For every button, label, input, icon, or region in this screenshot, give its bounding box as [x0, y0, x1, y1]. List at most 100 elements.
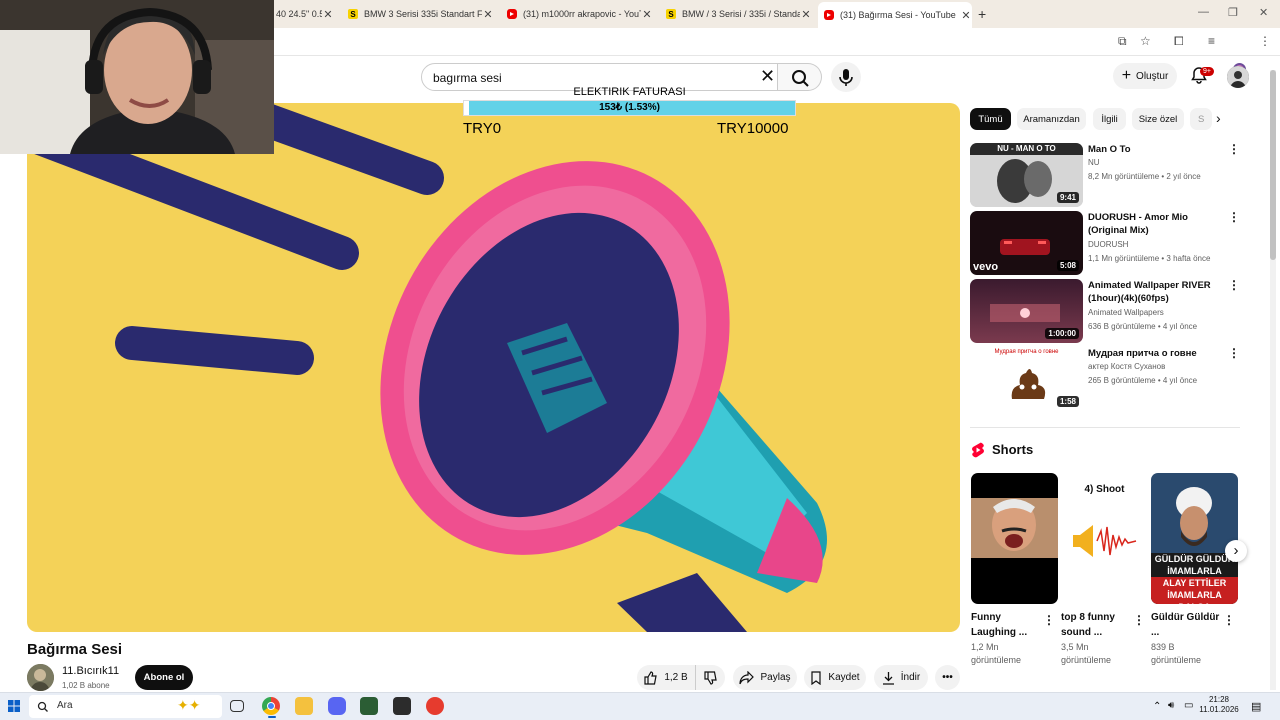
chip-more[interactable]: S	[1190, 108, 1212, 130]
recommendation-item[interactable]: Мудрая притча о говне 1:58 Мудрая притча…	[970, 347, 1240, 411]
page-scrollbar[interactable]	[1270, 70, 1276, 690]
window-close-icon[interactable]: ✕	[1259, 6, 1268, 19]
clear-search-icon[interactable]: ✕	[760, 66, 775, 87]
channel-name[interactable]: Animated Wallpapers	[1088, 308, 1164, 317]
chip-from-search[interactable]: Aramanızdan	[1017, 108, 1086, 130]
video-title[interactable]: Animated Wallpaper RIVER (1hour)(4k)(60f…	[1088, 279, 1223, 305]
chip-related[interactable]: İlgili	[1093, 108, 1126, 130]
speaker-icon[interactable]: 🔊︎	[1168, 700, 1174, 711]
more-vertical-icon[interactable]: ⋮	[1228, 143, 1240, 155]
short-title[interactable]: Funny Laughing ...	[971, 610, 1041, 640]
dislike-button[interactable]	[695, 665, 725, 690]
tab-akrapovic[interactable]: (31) m1000rr akrapovic - YouTube✕	[507, 4, 653, 24]
voice-search-button[interactable]	[831, 62, 861, 92]
short-thumbnail[interactable]: 4) Shoot	[1061, 473, 1148, 604]
download-icon	[882, 671, 894, 685]
kebab-menu-icon[interactable]: ⋮	[1259, 34, 1271, 48]
tab-bagirma-active[interactable]: (31) Bağırma Sesi - YouTube ✕	[818, 2, 972, 28]
account-avatar[interactable]	[1227, 66, 1249, 88]
save-button[interactable]: Kaydet	[804, 665, 866, 690]
minimize-icon[interactable]: —	[1198, 6, 1209, 18]
chrome-icon[interactable]	[262, 697, 280, 715]
short-thumbnail[interactable]	[971, 473, 1058, 604]
chevron-right-icon[interactable]: ›	[1216, 110, 1221, 126]
video-thumbnail[interactable]: vevo 5:08	[970, 211, 1083, 275]
video-duration: 1:00:00	[1045, 328, 1079, 339]
notification-center-icon[interactable]: ▤	[1251, 700, 1261, 713]
bill-max-label: TRY10000	[717, 120, 789, 137]
chip-for-you[interactable]: Size özel	[1132, 108, 1184, 130]
video-thumbnail[interactable]: NU - MAN O TO 9:41	[970, 143, 1083, 207]
recommendation-item[interactable]: NU - MAN O TO 9:41 Man O To NU 8,2 Mn gö…	[970, 143, 1240, 207]
create-button[interactable]: + Oluştur	[1113, 63, 1177, 89]
video-title[interactable]: Мудрая притча о говне	[1088, 347, 1223, 360]
video-player[interactable]	[27, 103, 960, 632]
more-vertical-icon[interactable]: ⋮	[1228, 347, 1240, 359]
shorts-next-button[interactable]: ›	[1225, 540, 1247, 562]
bill-min-label: TRY0	[463, 120, 502, 137]
close-icon[interactable]: ✕	[482, 8, 494, 21]
shorts-heading: Shorts	[992, 442, 1034, 457]
more-vertical-icon[interactable]: ⋮	[1043, 613, 1055, 627]
short-title[interactable]: Güldür Güldür ...	[1151, 610, 1221, 640]
thumbnail-text: NU - MAN O TO	[997, 144, 1056, 153]
more-actions-button[interactable]: •••	[935, 665, 960, 690]
download-button[interactable]: İndir	[874, 665, 928, 690]
chevron-up-icon[interactable]: ⌃	[1153, 701, 1161, 712]
short-thumbnail[interactable]: GÜLDÜR GÜLDÜR İMAMLARLA ALAY ETTİLER İMA…	[1151, 473, 1238, 604]
restore-icon[interactable]: ❐	[1228, 6, 1238, 19]
subscribe-button[interactable]: Abone ol	[135, 665, 193, 690]
video-duration: 9:41	[1056, 192, 1079, 203]
windows-start-icon[interactable]	[8, 700, 20, 712]
bookmark-star-icon[interactable]: ☆	[1140, 34, 1151, 48]
divider	[970, 427, 1240, 428]
video-meta: 8,2 Mn görüntüleme • 2 yıl önce	[1088, 172, 1201, 181]
video-duration: 5:08	[1056, 260, 1079, 271]
more-vertical-icon[interactable]: ⋮	[1223, 613, 1235, 627]
video-title[interactable]: DUORUSH - Amor Mio (Original Mix)	[1088, 211, 1223, 237]
taskbar-search[interactable]: Ara ✦✦	[29, 695, 222, 718]
discord-icon[interactable]	[328, 697, 346, 715]
close-icon[interactable]: ✕	[960, 9, 972, 22]
video-title[interactable]: Man O To	[1088, 143, 1223, 156]
channel-name[interactable]: актер Костя Суханов	[1088, 362, 1165, 371]
like-button[interactable]: 1,2 B	[637, 665, 695, 690]
cast-icon[interactable]: ⧉	[1118, 34, 1127, 49]
more-vertical-icon[interactable]: ⋮	[1228, 279, 1240, 291]
scrollbar-thumb[interactable]	[1270, 70, 1276, 260]
media-controls-icon[interactable]: ≡	[1208, 34, 1215, 48]
taskbar-search-placeholder: Ara	[57, 700, 73, 711]
recommendation-item[interactable]: 1:00:00 Animated Wallpaper RIVER (1hour)…	[970, 279, 1240, 343]
more-vertical-icon[interactable]: ⋮	[1133, 613, 1145, 627]
capcut-icon[interactable]	[393, 697, 411, 715]
network-icon[interactable]: ▭	[1184, 700, 1193, 711]
video-meta: 636 B görüntüleme • 4 yıl önce	[1088, 322, 1198, 331]
close-icon[interactable]: ✕	[641, 8, 653, 21]
recommendation-item[interactable]: vevo 5:08 DUORUSH - Amor Mio (Original M…	[970, 211, 1240, 275]
video-thumbnail[interactable]: 1:00:00	[970, 279, 1083, 343]
channel-name[interactable]: 11.Bıcırık11	[62, 665, 119, 677]
short-views: 1,2 Mn görüntüleme	[971, 642, 1022, 665]
recording-app-icon[interactable]	[426, 697, 444, 715]
video-thumbnail[interactable]: Мудрая притча о говне 1:58	[970, 347, 1083, 411]
extensions-icon[interactable]: ⧠	[1174, 34, 1184, 49]
system-clock[interactable]: 21:28 11.01.2026	[1198, 695, 1240, 715]
channel-avatar[interactable]	[27, 664, 54, 691]
close-icon[interactable]: ✕	[800, 8, 812, 21]
tab-bmw-1[interactable]: S BMW 3 Serisi 335i Standart Fiyatı✕	[348, 4, 494, 24]
more-vertical-icon[interactable]: ⋮	[1228, 211, 1240, 223]
tab-monitor[interactable]: 40 24.5" 0.5 ✕	[276, 4, 334, 24]
file-explorer-icon[interactable]	[295, 697, 313, 715]
close-icon[interactable]: ✕	[322, 8, 334, 21]
channel-name[interactable]: NU	[1088, 158, 1100, 167]
thumbnail-text: Мудрая притча о говне	[994, 349, 1059, 355]
channel-name[interactable]: DUORUSH	[1088, 240, 1128, 249]
chip-all[interactable]: Tümü	[970, 108, 1011, 130]
share-button[interactable]: Paylaş	[733, 665, 797, 690]
tab-bmw-2[interactable]: S BMW / 3 Serisi / 335i / Standart ✕	[666, 4, 812, 24]
short-title[interactable]: top 8 funny sound ...	[1061, 610, 1131, 640]
app-icon[interactable]	[360, 697, 378, 715]
task-view-icon[interactable]	[230, 700, 244, 712]
vevo-logo: vevo	[973, 261, 999, 273]
new-tab-button[interactable]: +	[978, 4, 994, 24]
